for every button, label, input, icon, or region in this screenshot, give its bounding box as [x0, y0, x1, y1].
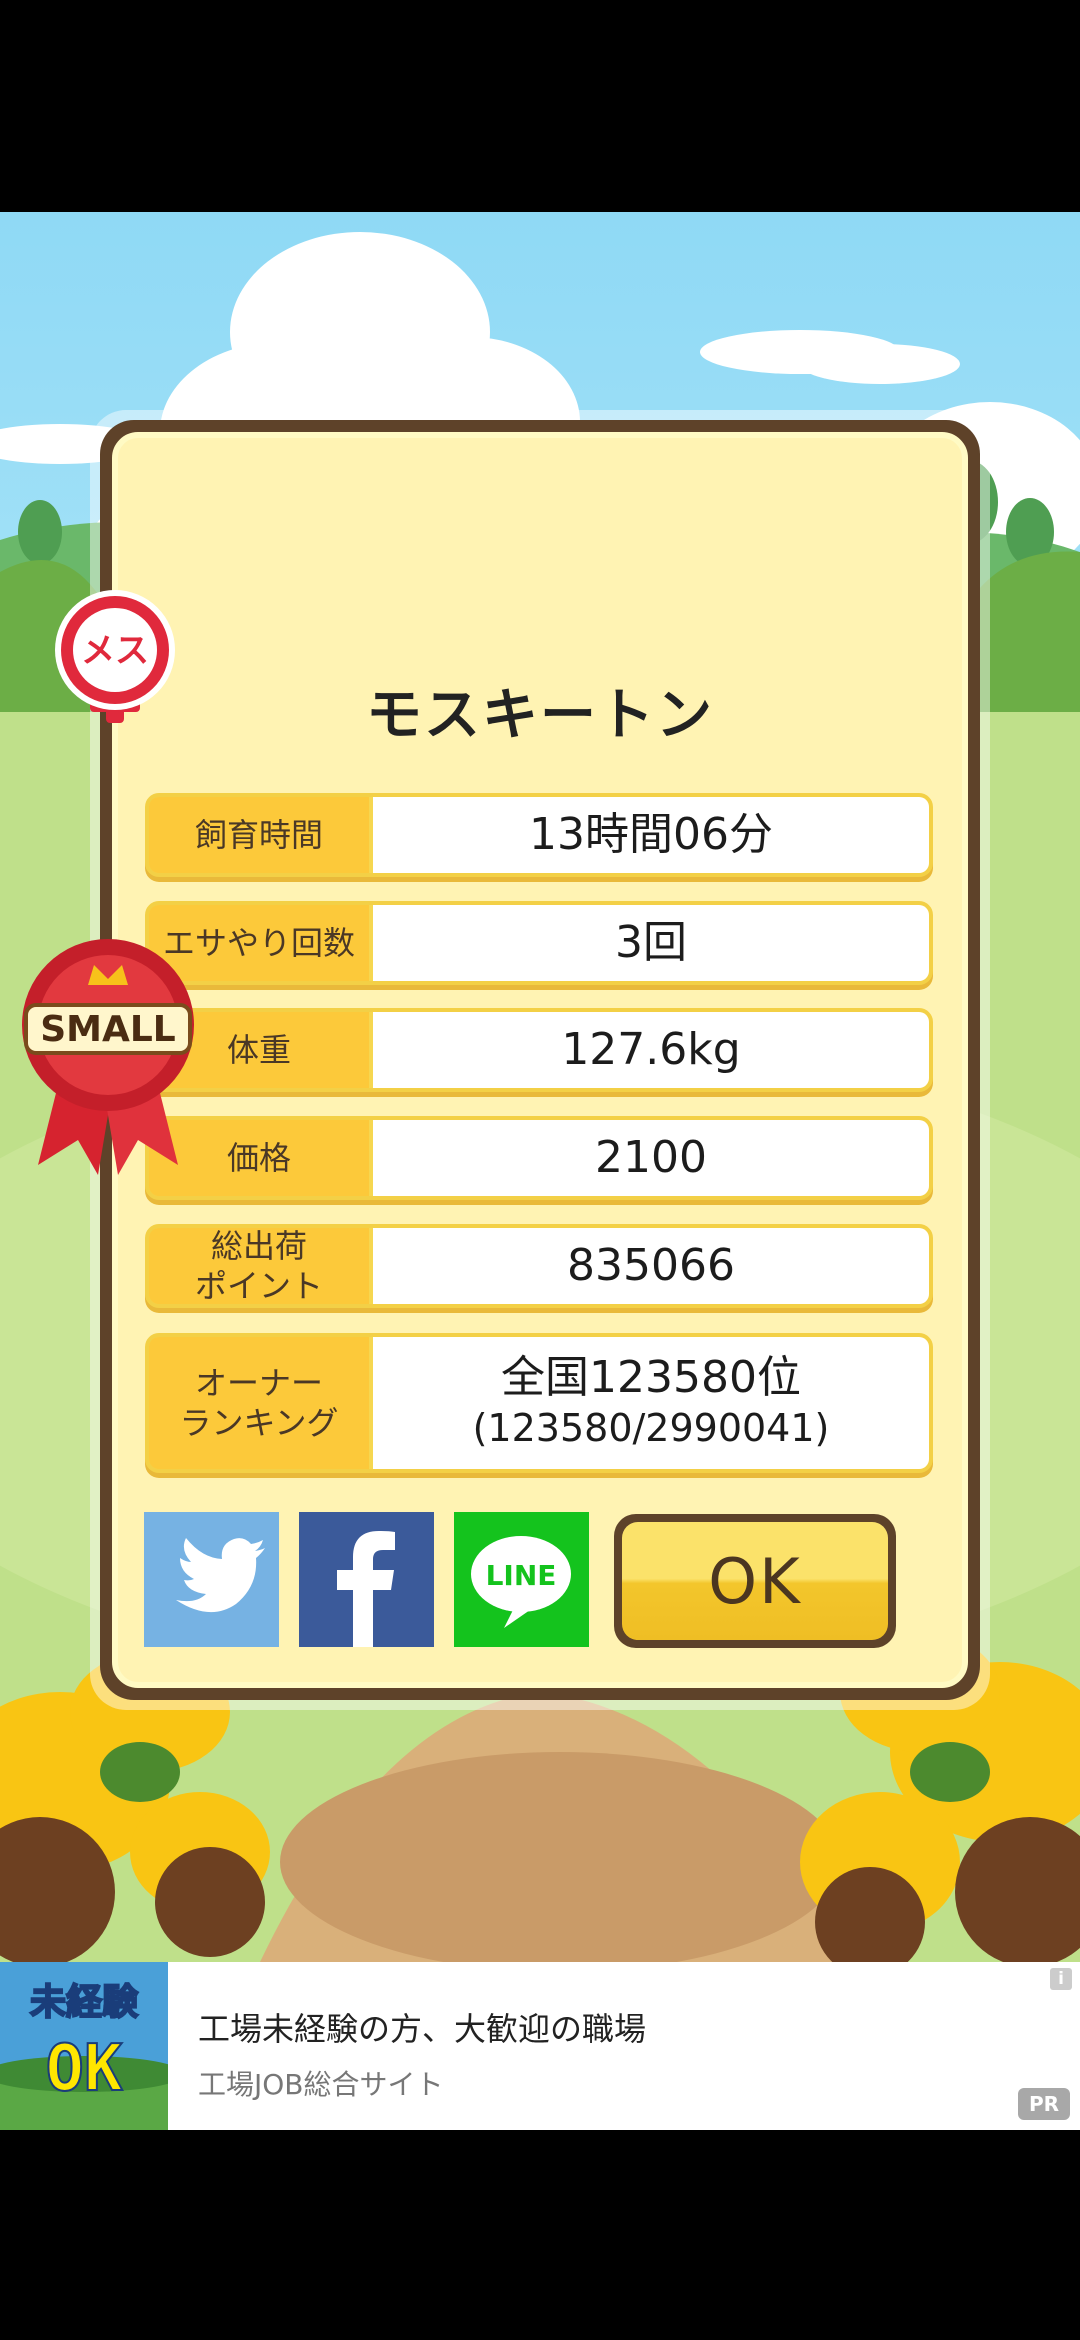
facebook-f-icon [337, 1531, 395, 1647]
stat-value: 3回 [373, 905, 929, 981]
share-line-button[interactable]: LINE [454, 1512, 589, 1647]
ok-button[interactable]: OK [614, 1514, 896, 1648]
ad-image[interactable]: 未経験 OK [0, 1962, 168, 2130]
stat-value: 全国123580位 (123580/2990041) [373, 1337, 929, 1469]
ad-pr-badge: PR [1018, 2088, 1070, 2120]
stat-row-owner-ranking: オーナー ランキング 全国123580位 (123580/2990041) [145, 1333, 933, 1473]
stat-row-price: 価格 2100 [145, 1116, 933, 1200]
svg-text:メス: メス [81, 631, 149, 671]
line-chat-icon: LINE [471, 1536, 571, 1628]
stat-row-feed-count: エサやり回数 3回 [145, 901, 933, 985]
ad-title[interactable]: 工場未経験の方、大歓迎の職場 [198, 2004, 646, 2050]
twitter-bird-icon [176, 1538, 265, 1613]
status-bar [0, 0, 1080, 212]
stat-row-weight: 体重 127.6kg [145, 1008, 933, 1092]
stat-value: 13時間06分 [373, 797, 929, 873]
stat-label: 総出荷 ポイント [149, 1227, 369, 1305]
stat-row-shipping-points: 総出荷 ポイント 835066 [145, 1224, 933, 1308]
svg-text:SMALL: SMALL [40, 1009, 176, 1050]
stat-value: 127.6kg [373, 1012, 929, 1088]
ad-advertiser: 工場JOB総合サイト [198, 2068, 444, 2101]
female-gender-icon: メス [55, 590, 175, 723]
share-facebook-button[interactable] [299, 1512, 434, 1647]
ad-banner[interactable]: 未経験 OK 工場未経験の方、大歓迎の職場 工場JOB総合サイト i PR [0, 1962, 1080, 2130]
svg-text:LINE: LINE [486, 1559, 557, 1592]
ad-thumbnail: 未経験 OK [0, 1962, 168, 2130]
navigation-bar [0, 2130, 1080, 2340]
share-twitter-button[interactable] [144, 1512, 279, 1647]
svg-text:未経験: 未経験 [30, 1982, 139, 2023]
ok-button-label: OK [622, 1522, 888, 1640]
ad-info-icon[interactable]: i [1050, 1968, 1072, 1990]
stat-row-breeding-time: 飼育時間 13時間06分 [145, 793, 933, 877]
stat-value: 2100 [373, 1120, 929, 1196]
stat-value: 835066 [373, 1228, 929, 1304]
stat-label: オーナー ランキング [149, 1337, 369, 1469]
pet-name: モスキートン [366, 683, 714, 748]
stat-label: 飼育時間 [149, 797, 369, 873]
svg-text:OK: OK [45, 2032, 123, 2106]
size-ribbon-badge: SMALL [22, 939, 194, 1175]
